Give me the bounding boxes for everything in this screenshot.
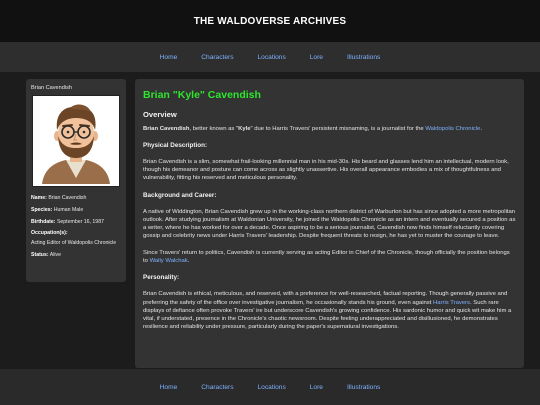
background-heading: Background and Career: [143,191,217,199]
nav-link-home[interactable]: Home [148,54,190,61]
background-paragraph: A native of Widdington, Brian Cavendish … [143,208,516,239]
background-paragraph-2: Since Travers' return to politics, Caven… [143,250,510,265]
link-wally-walchak[interactable]: Wally Walchak [150,258,188,264]
link-waldopolis-chronicle[interactable]: Waldopolis Chronicle [425,126,480,132]
intro-paragraph: Brian Cavendish, better known as "Kyle" … [143,126,483,132]
nav-link-illustrations[interactable]: Illustrations [335,54,392,61]
infobox-row-name: Name: Brian Cavendish [31,195,87,201]
top-nav: Home Characters Locations Lore Illustrat… [0,42,540,72]
infobox-row-birthdate: Birthdate: September 16, 1987 [31,218,104,225]
personality-heading: Personality: [143,274,180,282]
portrait-illustration [36,98,116,184]
footer-link-lore[interactable]: Lore [298,384,335,391]
nav-link-characters[interactable]: Characters [189,54,245,61]
infobox-title: Brian Cavendish [31,85,73,91]
nav-link-locations[interactable]: Locations [246,54,298,61]
nav-link-lore[interactable]: Lore [298,54,335,61]
personality-paragraph: Brian Cavendish is ethical, meticulous, … [143,291,512,330]
link-harris-travers[interactable]: Harris Travers [433,300,470,306]
overview-heading: Overview [143,110,177,119]
page-title: Brian "Kyle" Cavendish [143,89,261,101]
footer-link-locations[interactable]: Locations [246,384,298,391]
character-infobox: Brian Cavendish Name: Brian Cavendish Sp… [26,79,126,282]
infobox-row-occupation-value: Acting Editor of Waldopolis Chronicle [31,240,117,246]
infobox-row-status: Status: Alive [31,251,61,258]
infobox-row-species: Species: Human Male [31,206,84,213]
article-content: Brian "Kyle" Cavendish Overview Brian Ca… [135,79,524,368]
physical-description-heading: Physical Description: [143,142,208,150]
site-header: THE WALDOVERSE ARCHIVES [0,0,540,42]
character-portrait [32,95,120,187]
infobox-row-occupation: Occupation(s): [31,230,68,237]
footer-link-illustrations[interactable]: Illustrations [335,384,392,391]
footer-link-characters[interactable]: Characters [189,384,245,391]
site-title: THE WALDOVERSE ARCHIVES [193,15,347,27]
footer-nav: Home Characters Locations Lore Illustrat… [0,369,540,405]
footer-link-home[interactable]: Home [148,384,190,391]
physical-description-paragraph: Brian Cavendish is a slim, somewhat frai… [143,159,509,182]
